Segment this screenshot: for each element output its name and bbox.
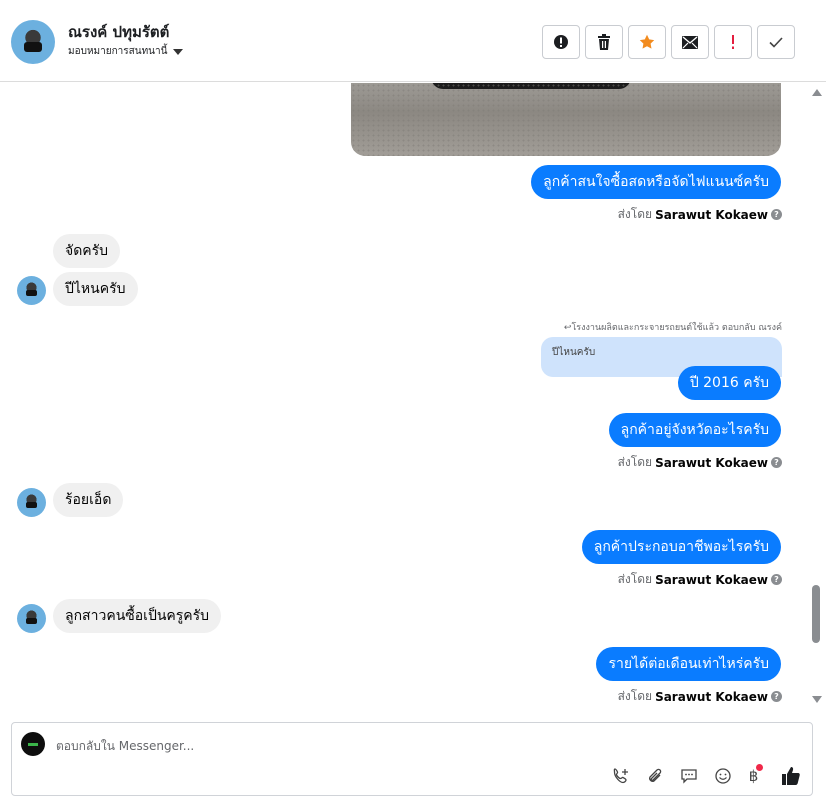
assign-dropdown[interactable]: มอบหมายการสนทนานี้ [68,44,184,59]
saved-replies-button[interactable] [678,765,700,787]
thumbs-up-icon [782,767,800,785]
reply-note-text: โรงงานผลิตและกระจายรถยนต์ใช้แล้ว ตอบกลับ… [571,323,782,333]
contact-avatar-small [17,276,46,305]
scroll-up-arrow-icon[interactable] [812,89,822,96]
delete-button[interactable] [585,25,623,59]
message-bubble-incoming[interactable]: จัดครับ [53,234,121,268]
reply-input[interactable] [56,737,576,755]
notification-dot [756,763,764,771]
sent-by-label: ส่งโดย Sarawut Kokaew ? [618,453,782,472]
alert-icon [554,35,568,49]
star-icon [639,34,655,49]
contact-avatar-small [17,488,46,517]
sender-name[interactable]: Sarawut Kokaew [655,208,768,222]
scroll-down-arrow-icon[interactable] [812,696,822,703]
attach-button[interactable] [644,765,666,787]
car-photo-attachment[interactable] [351,83,781,156]
sender-name[interactable]: Sarawut Kokaew [655,456,768,470]
check-icon [769,36,783,48]
conversation-header: ณรงค์ ปทุมรัตต์ มอบหมายการสนทนานี้ [0,0,826,82]
message-bubble-outgoing[interactable]: รายได้ต่อเดือนเท่าไหร่ครับ [596,647,781,681]
assign-label: มอบหมายการสนทนานี้ [68,46,168,57]
header-toolbar [542,25,795,59]
sent-by-prefix: ส่งโดย [617,572,653,586]
chat-bubble-icon [681,769,697,784]
scrollbar-thumb[interactable] [812,585,820,643]
messenger-app: ณรงค์ ปทุมรัตต์ มอบหมายการสนทนานี้ ลูกค้… [0,0,831,802]
emoji-button[interactable] [712,765,734,787]
sender-name[interactable]: Sarawut Kokaew [655,690,768,704]
mark-spam-button[interactable] [714,25,752,59]
message-bubble-incoming[interactable]: ร้อยเอ็ด [53,483,124,517]
reply-composer: ฿ [11,722,813,796]
message-bubble-outgoing[interactable]: ลูกค้าสนใจซื้อสดหรือจัดไฟแนนซ์ครับ [531,165,781,199]
caret-down-icon [173,48,184,55]
message-bubble-incoming[interactable]: ปีไหนครับ [53,272,138,306]
smiley-icon [715,768,731,784]
exclamation-icon [732,35,734,49]
trash-icon [598,34,610,50]
message-bubble-outgoing[interactable]: ลูกค้าอยู่จังหวัดอะไรครับ [608,413,781,447]
help-icon[interactable]: ? [771,457,782,468]
composer-actions: ฿ [610,763,802,787]
help-icon[interactable]: ? [771,574,782,585]
sender-name[interactable]: Sarawut Kokaew [655,573,768,587]
sent-by-label: ส่งโดย Sarawut Kokaew ? [618,687,782,706]
star-button[interactable] [628,25,666,59]
paperclip-icon [649,768,662,782]
message-thread[interactable]: ลูกค้าสนใจซื้อสดหรือจัดไฟแนนซ์ครับ ส่งโด… [0,83,826,715]
help-icon[interactable]: ? [771,691,782,702]
message-bubble-outgoing[interactable]: ลูกค้าประกอบอาชีพอะไรครับ [581,530,781,564]
mark-unread-button[interactable] [671,25,709,59]
envelope-icon [682,35,698,49]
help-icon[interactable]: ? [771,209,782,220]
contact-avatar[interactable] [11,20,55,64]
sent-by-label: ส่งโดย Sarawut Kokaew ? [618,205,782,224]
add-call-button[interactable] [610,765,632,787]
sent-by-prefix: ส่งโดย [617,455,653,469]
message-bubble-incoming[interactable]: ลูกสาวคนซื้อเป็นครูครับ [53,599,222,633]
contact-avatar-small [17,604,46,633]
alert-button[interactable] [542,25,580,59]
payment-button[interactable]: ฿ [746,763,768,787]
like-button[interactable] [780,765,802,787]
message-bubble-outgoing[interactable]: ปี 2016 ครับ [677,366,781,400]
sent-by-prefix: ส่งโดย [617,689,653,703]
phone-add-icon [613,768,628,784]
page-avatar [21,732,45,756]
thread-scrollbar[interactable] [810,83,824,715]
contact-name[interactable]: ณรงค์ ปทุมรัตต์ [68,20,169,44]
sent-by-prefix: ส่งโดย [617,207,653,221]
mark-done-button[interactable] [757,25,795,59]
sent-by-label: ส่งโดย Sarawut Kokaew ? [618,570,782,589]
reply-context-note: ↩โรงงานผลิตและกระจายรถยนต์ใช้แล้ว ตอบกลั… [564,320,782,334]
